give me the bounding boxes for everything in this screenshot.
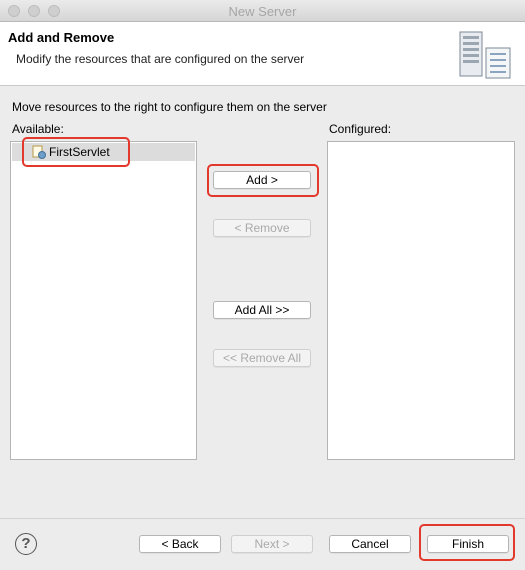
next-button[interactable]: Next > [231,535,313,553]
window-title: New Server [228,4,297,19]
page-description: Modify the resources that are configured… [16,52,305,66]
instructions-text: Move resources to the right to configure… [12,100,327,114]
remove-all-button[interactable]: << Remove All [213,349,311,367]
wizard-header: Add and Remove Modify the resources that… [0,22,525,86]
help-icon[interactable]: ? [15,533,37,555]
window-titlebar: New Server [0,0,525,22]
page-title: Add and Remove [8,30,115,45]
back-button[interactable]: < Back [139,535,221,553]
remove-button[interactable]: < Remove [213,219,311,237]
highlight-available-item [22,137,130,167]
configured-list[interactable] [327,141,515,460]
footer-divider [0,518,525,519]
configured-label: Configured: [329,122,392,136]
available-label: Available: [12,122,64,136]
cancel-button[interactable]: Cancel [329,535,411,553]
server-icon [459,31,511,79]
add-all-button[interactable]: Add All >> [213,301,311,319]
highlight-add-button [207,164,319,197]
available-list[interactable]: FirstServlet [10,141,197,460]
highlight-finish-button [419,524,515,561]
